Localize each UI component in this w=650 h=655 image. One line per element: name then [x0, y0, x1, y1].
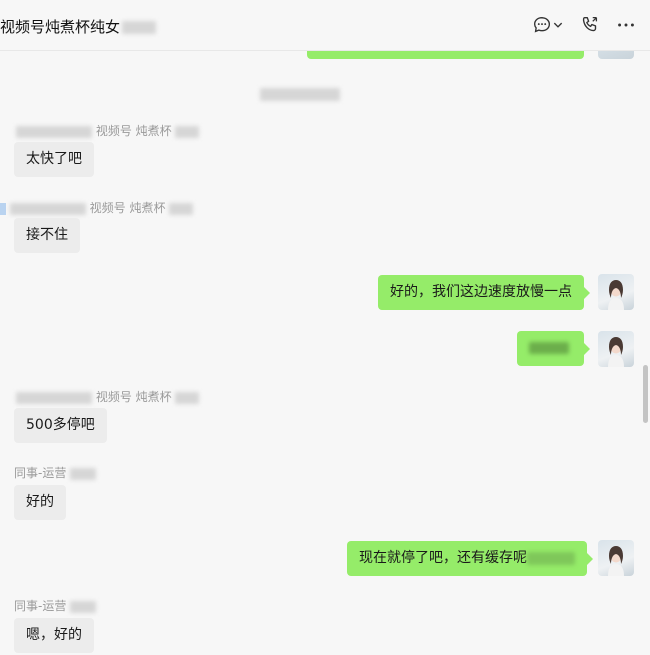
redacted-text — [122, 21, 157, 34]
message-bubble[interactable]: 太快了吧 — [14, 142, 94, 177]
redacted-text — [70, 600, 97, 613]
message-bubble[interactable]: 好的 — [14, 485, 66, 520]
redacted-text — [16, 391, 92, 404]
redacted-text — [16, 125, 92, 138]
chat-title: 视频号炖煮杯纯女 — [0, 16, 157, 37]
redacted-text — [527, 551, 575, 565]
message-bubble[interactable]: 嗯，好的 — [14, 618, 94, 653]
redacted-text — [175, 391, 200, 404]
chat-header: 视频号炖煮杯纯女 — [0, 0, 650, 51]
redacted-text — [529, 342, 569, 354]
self-avatar[interactable] — [598, 331, 634, 367]
scrollbar-thumb[interactable] — [643, 365, 648, 423]
sender-name: 同事-运营 — [14, 597, 97, 614]
sender-name: 视频号 炖煮杯 — [16, 388, 200, 405]
redacted-text — [169, 202, 194, 215]
sender-name: 视频号 炖煮杯 — [16, 122, 200, 139]
redacted-text — [175, 125, 200, 138]
redacted-text — [260, 88, 340, 101]
chat-title-text: 视频号炖煮杯纯女 — [0, 18, 121, 36]
message-bubble[interactable]: 接不住 — [14, 218, 80, 253]
message-bubble[interactable]: 现在就停了吧，还有缓存呢 — [347, 541, 593, 576]
chevron-down-icon[interactable] — [552, 14, 564, 36]
chat-icon[interactable] — [530, 14, 554, 36]
message-bubble[interactable]: 500多停吧 — [14, 408, 107, 443]
call-icon[interactable] — [578, 14, 602, 36]
self-avatar[interactable] — [598, 540, 634, 576]
sender-name: 视频号 炖煮杯 — [0, 199, 194, 216]
sender-name: 同事-运营 — [14, 464, 97, 481]
timestamp — [260, 84, 340, 103]
highlight-mark — [0, 202, 6, 215]
redacted-text — [70, 467, 97, 480]
message-bubble[interactable] — [517, 331, 590, 366]
message-bubble[interactable]: 好的，我们这边速度放慢一点 — [378, 275, 590, 310]
self-avatar[interactable] — [598, 274, 634, 310]
redacted-text — [9, 202, 86, 215]
more-icon[interactable] — [614, 14, 638, 36]
